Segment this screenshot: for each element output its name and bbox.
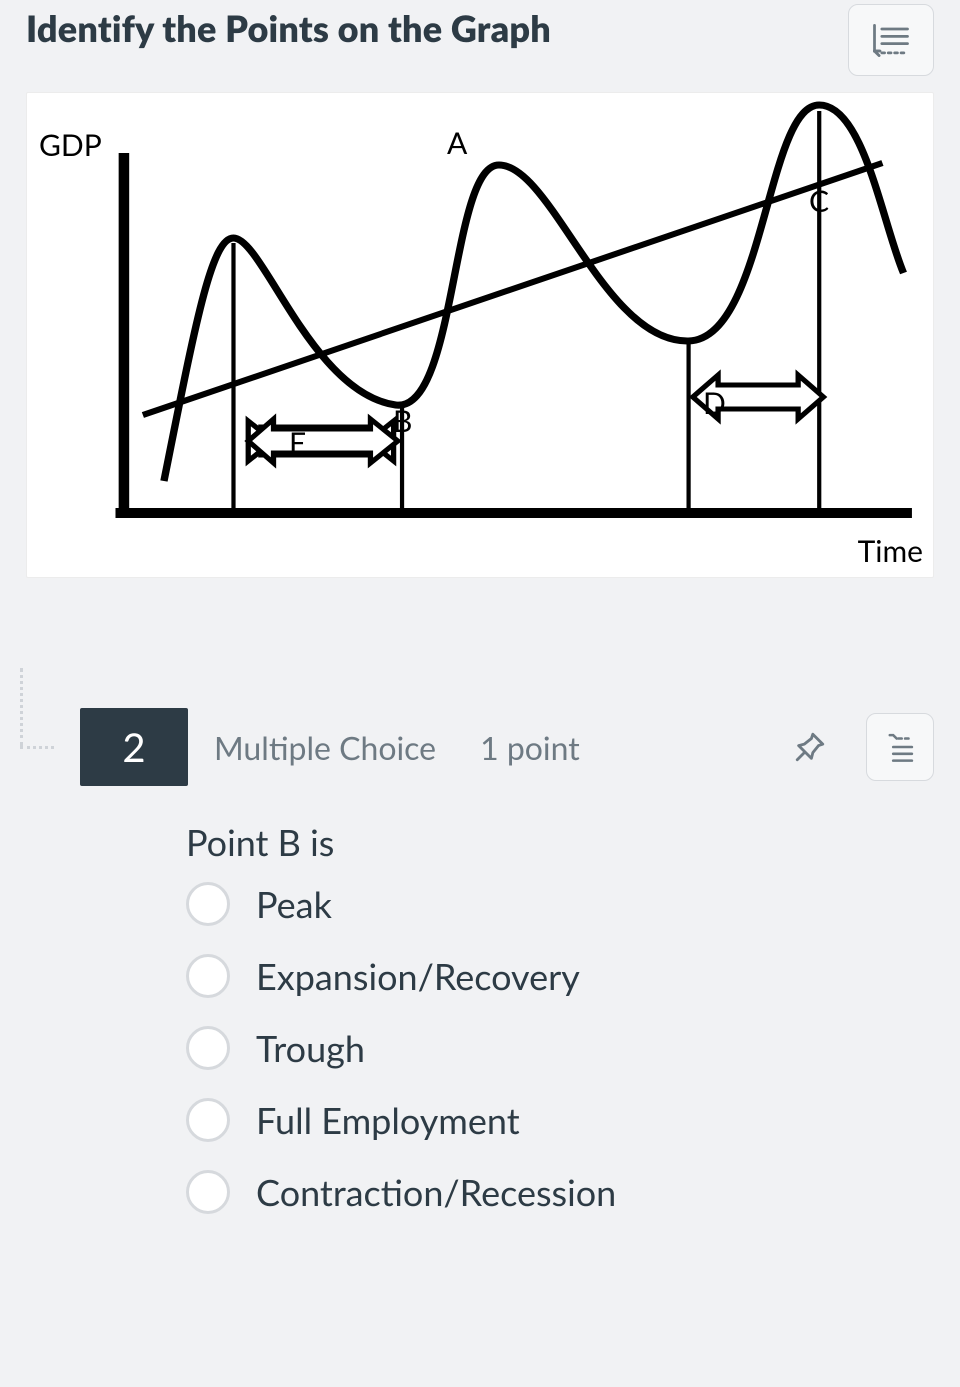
x-axis-label: Time <box>858 533 923 569</box>
option-label: Peak <box>256 882 332 926</box>
radio-icon <box>186 954 230 998</box>
radio-icon <box>186 1170 230 1214</box>
option-label: Full Employment <box>256 1098 520 1142</box>
option-2[interactable]: Expansion/Recovery <box>186 954 934 998</box>
question-type: Multiple Choice <box>214 728 436 767</box>
radio-icon <box>186 1098 230 1142</box>
point-label-B: B <box>393 403 412 439</box>
graph-svg <box>27 93 933 577</box>
radio-icon <box>186 882 230 926</box>
list-arrow-icon <box>883 730 917 764</box>
radio-icon <box>186 1026 230 1070</box>
option-label: Expansion/Recovery <box>256 954 580 998</box>
option-3[interactable]: Trough <box>186 1026 934 1070</box>
page-title: Identify the Points on the Graph <box>26 6 551 50</box>
option-label: Contraction/Recession <box>256 1170 616 1214</box>
question-menu-button[interactable] <box>866 713 934 781</box>
option-label: Trough <box>256 1026 365 1070</box>
pin-icon <box>793 730 827 764</box>
option-4[interactable]: Full Employment <box>186 1098 934 1142</box>
chart-expand-icon <box>869 21 913 59</box>
y-axis-label: GDP <box>39 127 102 163</box>
point-label-A: A <box>447 125 467 161</box>
point-label-E: E <box>289 425 306 461</box>
options-list: Peak Expansion/Recovery Trough Full Empl… <box>186 882 934 1214</box>
question-stem: Point B is <box>186 820 934 864</box>
point-label-D: D <box>703 385 726 421</box>
point-label-C: C <box>809 183 829 219</box>
question-number-chip: 2 <box>80 708 188 786</box>
expand-chart-button[interactable] <box>848 4 934 76</box>
question-header: 2 Multiple Choice 1 point <box>26 708 934 786</box>
option-5[interactable]: Contraction/Recession <box>186 1170 934 1214</box>
pin-button[interactable] <box>790 727 830 767</box>
option-1[interactable]: Peak <box>186 882 934 926</box>
business-cycle-graph: GDP Time A B C D E <box>26 92 934 578</box>
question-points: 1 point <box>480 728 580 767</box>
